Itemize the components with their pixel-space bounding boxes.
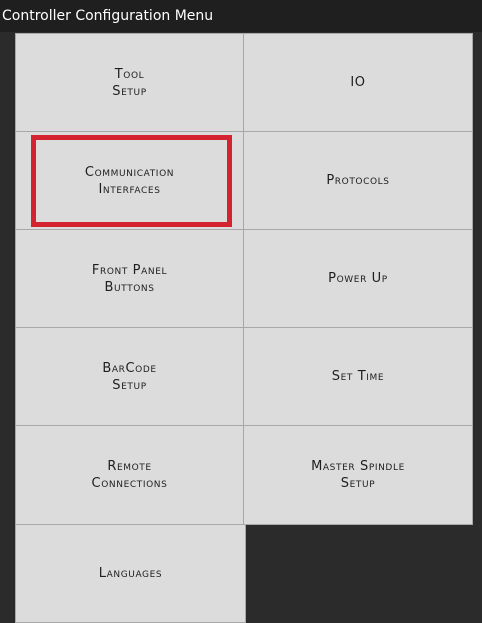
barcode-setup-label: BarCode Setup [102, 360, 157, 393]
io-label: IO [350, 75, 366, 90]
front-panel-buttons-label: Front Panel Buttons [91, 262, 168, 295]
menu-grid: Tool Setup IO Communication Interfaces P… [0, 0, 482, 623]
protocols-label: Protocols [326, 173, 390, 188]
set-time-label: Set Time [331, 369, 385, 384]
power-up-button[interactable]: Power Up [243, 229, 473, 328]
master-spindle-setup-label: Master Spindle Setup [311, 459, 405, 491]
languages-button[interactable]: Languages [15, 524, 246, 623]
barcode-setup-button[interactable]: BarCode Setup [15, 327, 244, 426]
power-up-label: Power Up [328, 271, 388, 286]
tool-setup-button[interactable]: Tool Setup [15, 33, 244, 132]
remote-connections-label: Remote Connections [91, 459, 168, 491]
front-panel-buttons-button[interactable]: Front Panel Buttons [15, 229, 244, 328]
languages-label: Languages [98, 566, 163, 581]
set-time-button[interactable]: Set Time [243, 327, 473, 426]
empty-panel [246, 525, 482, 623]
master-spindle-setup-button[interactable]: Master Spindle Setup [243, 425, 473, 525]
io-button[interactable]: IO [243, 33, 473, 132]
protocols-button[interactable]: Protocols [243, 131, 473, 230]
communication-interfaces-label: Communication Interfaces [84, 164, 175, 197]
communication-interfaces-button[interactable]: Communication Interfaces [15, 131, 244, 230]
controller-configuration-window: Controller Configuration Menu Tool Setup… [0, 0, 482, 623]
tool-setup-label: Tool Setup [112, 66, 147, 99]
remote-connections-button[interactable]: Remote Connections [15, 425, 244, 525]
